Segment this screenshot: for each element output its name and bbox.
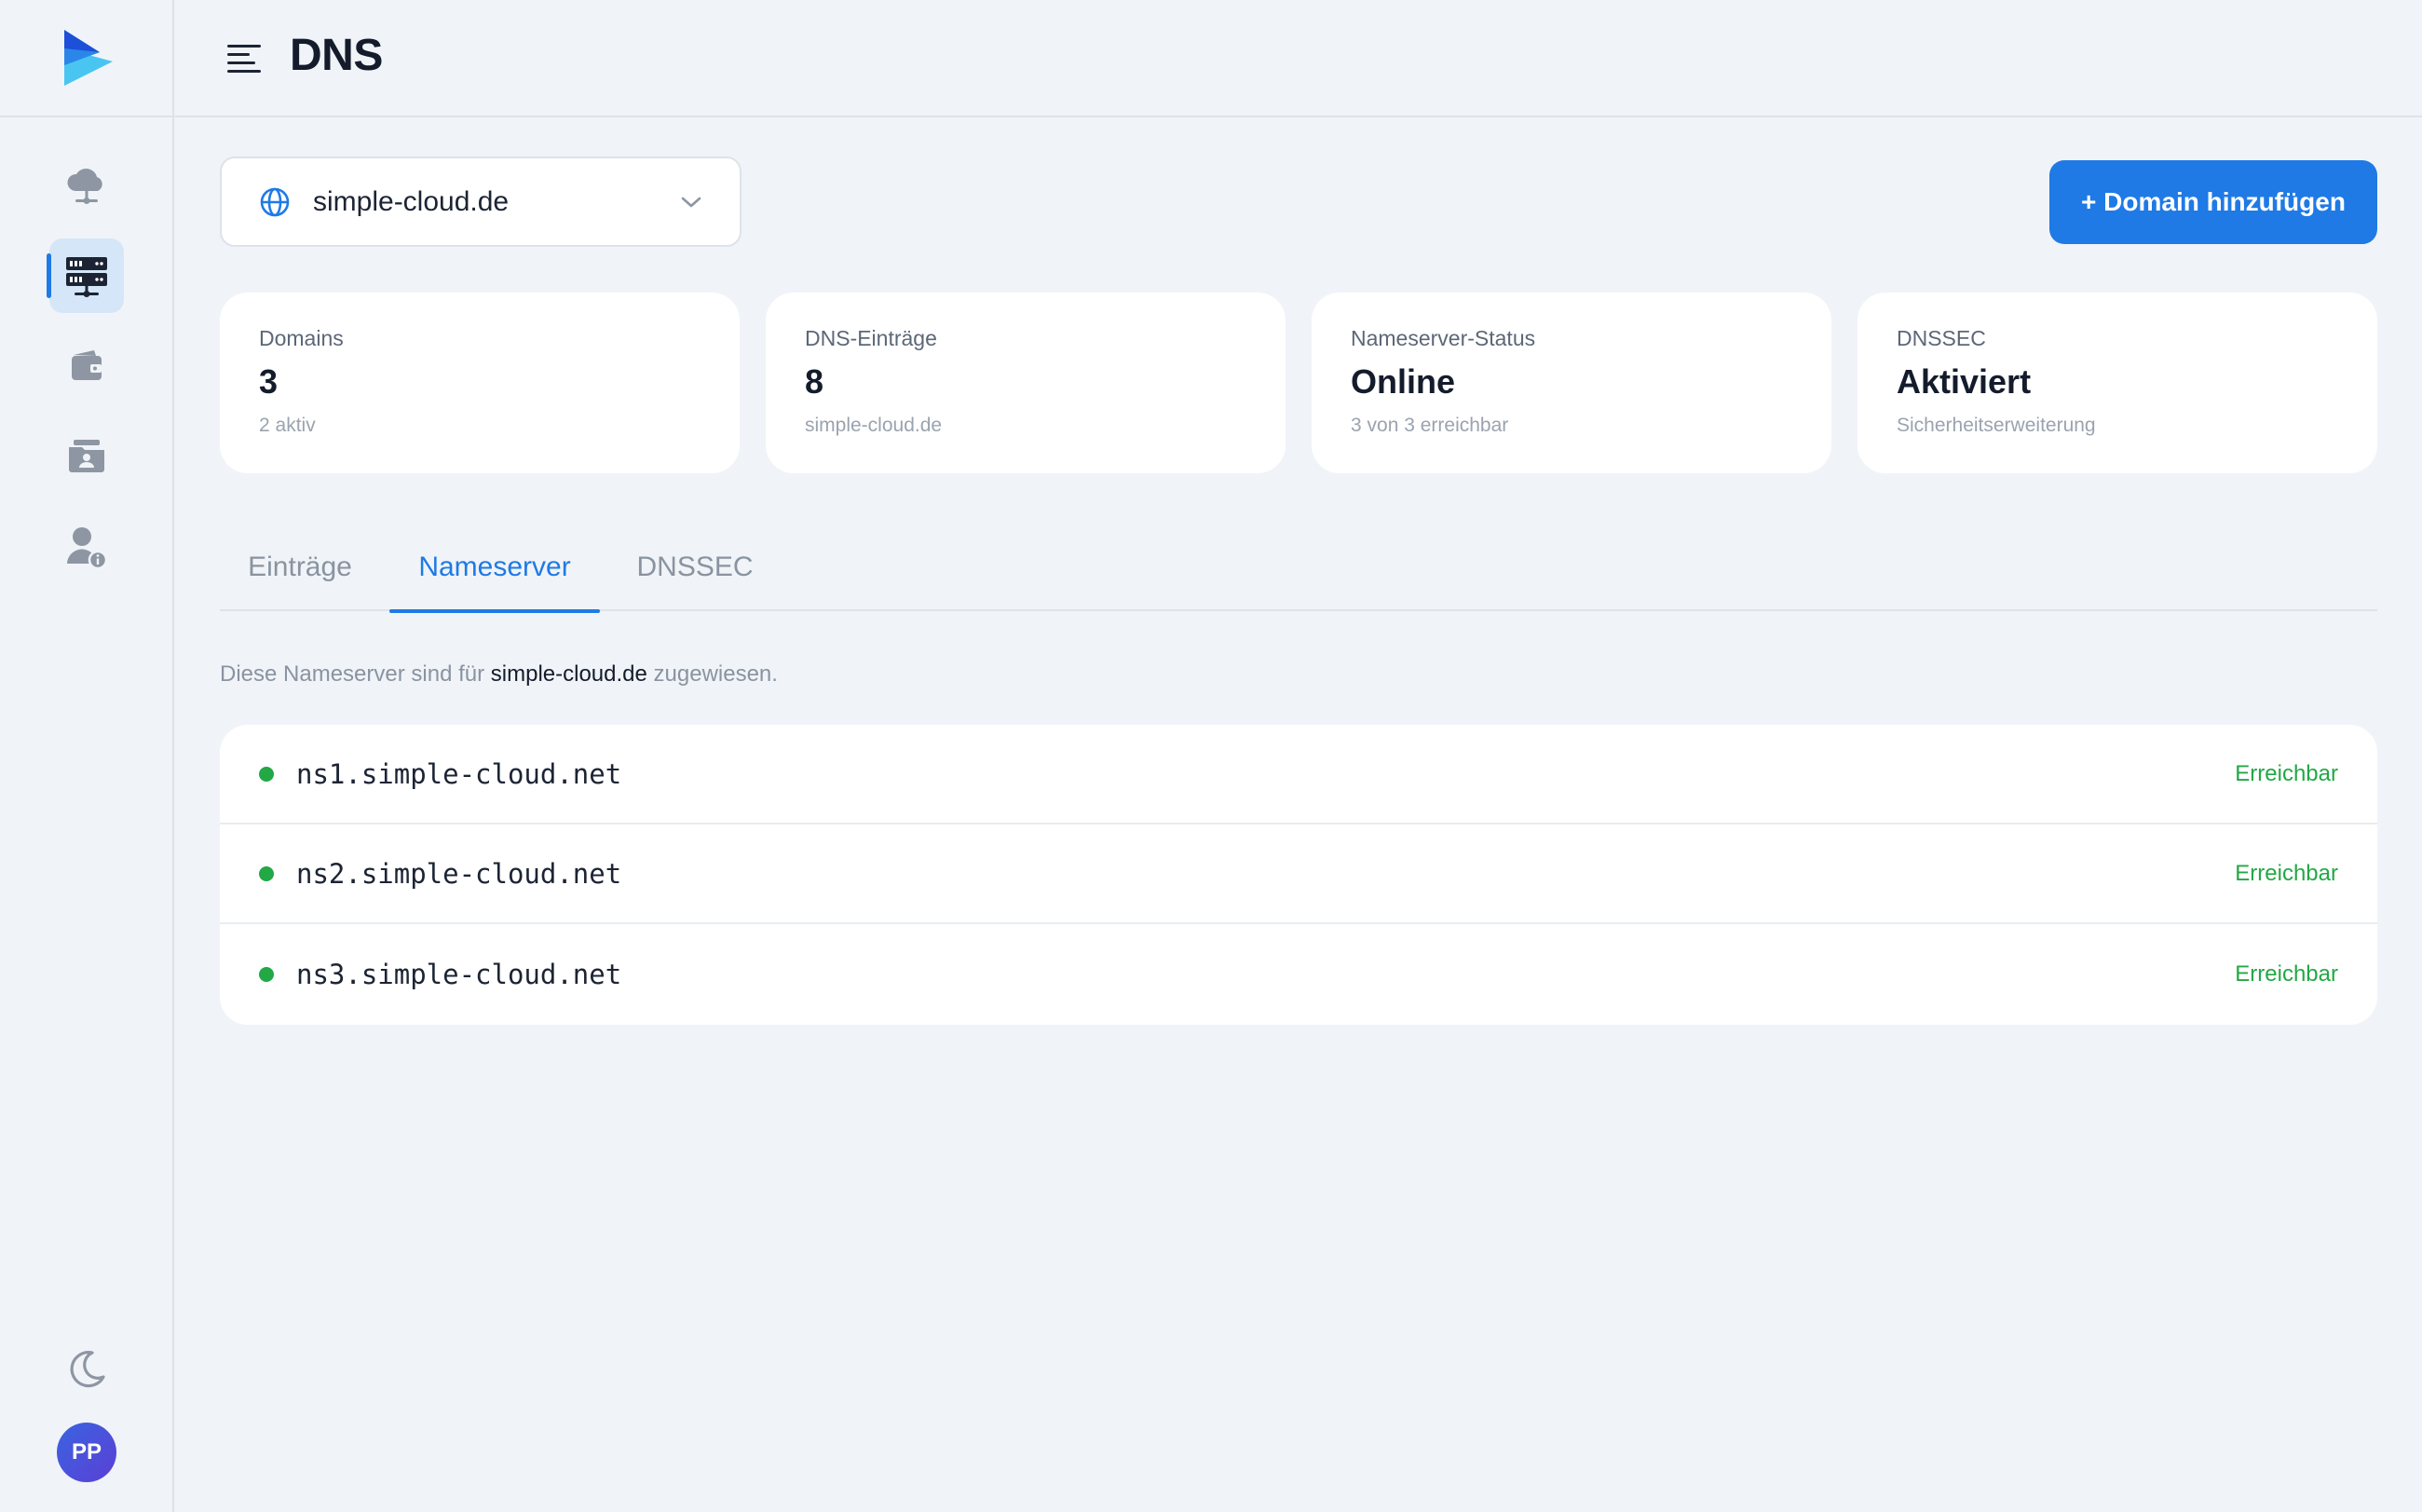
wallet-icon	[72, 350, 102, 380]
stat-subtext: simple-cloud.de	[805, 415, 943, 436]
page-title: DNS	[290, 31, 383, 80]
theme-toggle-button[interactable]	[59, 1342, 115, 1397]
stat-value: Aktiviert	[1897, 362, 2032, 401]
status-dot	[259, 966, 274, 982]
nameserver-row: ns3.simple-cloud.net Erreichbar	[220, 924, 2377, 1024]
stat-card-dns-entries: DNS-Einträge 8 simple-cloud.de	[766, 293, 1286, 473]
description-domain: simple-cloud.de	[490, 661, 647, 687]
description-prefix: Diese Nameserver sind für	[220, 661, 491, 687]
stat-value: 8	[805, 362, 824, 401]
nameserver-row: ns1.simple-cloud.net Erreichbar	[220, 725, 2377, 824]
nameserver-status: Erreichbar	[2235, 860, 2338, 886]
tab-dnssec[interactable]: DNSSEC	[611, 537, 779, 611]
stat-card-dnssec: DNSSEC Aktiviert Sicherheitserweiterung	[1857, 293, 2377, 473]
logo-icon	[63, 30, 113, 86]
nameserver-description: Diese Nameserver sind für simple-cloud.d…	[220, 661, 778, 688]
domain-select-value: simple-cloud.de	[313, 185, 510, 217]
domain-select[interactable]: simple-cloud.de	[220, 157, 742, 247]
stat-subtext: 3 von 3 erreichbar	[1351, 415, 1509, 436]
tab-nameserver[interactable]: Nameserver	[389, 537, 600, 613]
sidebar-item-cloud[interactable]	[49, 148, 124, 223]
status-dot	[259, 865, 274, 881]
stat-card-nameserver-status: Nameserver-Status Online 3 von 3 erreich…	[1312, 293, 1831, 473]
moon-icon	[70, 1350, 105, 1388]
nameserver-status: Erreichbar	[2235, 960, 2338, 987]
add-domain-button[interactable]: + Domain hinzufügen	[2049, 160, 2377, 244]
nameserver-list: ns1.simple-cloud.net Erreichbar ns2.simp…	[220, 725, 2377, 1025]
status-dot	[259, 766, 274, 782]
menu-toggle-button[interactable]	[223, 37, 265, 80]
nameserver-name: ns1.simple-cloud.net	[296, 757, 622, 790]
stat-label: DNSSEC	[1897, 326, 1986, 350]
user-info-icon	[67, 527, 108, 569]
stat-card-domains: Domains 3 2 aktiv	[220, 293, 740, 473]
stat-value: Online	[1351, 362, 1456, 401]
globe-icon	[260, 187, 290, 216]
stat-label: Domains	[259, 326, 344, 350]
nameserver-row: ns2.simple-cloud.net Erreichbar	[220, 824, 2377, 924]
sidebar: PP	[0, 0, 174, 1512]
chevron-down-icon	[681, 197, 701, 207]
description-suffix: zugewiesen.	[646, 661, 778, 687]
folder-user-icon	[69, 440, 104, 472]
sidebar-item-contacts[interactable]	[49, 418, 124, 493]
stat-label: DNS-Einträge	[805, 326, 937, 350]
user-avatar[interactable]: PP	[57, 1423, 116, 1482]
sidebar-item-billing[interactable]	[49, 329, 124, 403]
tab-entries[interactable]: Einträge	[220, 537, 380, 611]
nameserver-name: ns3.simple-cloud.net	[296, 958, 622, 990]
tab-bar: Einträge Nameserver DNSSEC	[220, 537, 2377, 613]
app-root: PP DNS simple-cloud.de + Domain hinzufüg…	[0, 0, 2422, 1512]
stat-subtext: 2 aktiv	[259, 415, 316, 436]
app-logo[interactable]	[0, 0, 172, 117]
sidebar-item-dns[interactable]	[47, 238, 124, 313]
menu-icon	[227, 45, 261, 73]
dns-server-icon	[66, 257, 107, 297]
sidebar-item-account[interactable]	[49, 509, 124, 583]
cloud-server-icon	[67, 169, 102, 204]
stat-label: Nameserver-Status	[1351, 326, 1536, 350]
stat-subtext: Sicherheitserweiterung	[1897, 415, 2096, 436]
nameserver-status: Erreichbar	[2235, 760, 2338, 786]
page-header: DNS	[174, 0, 2422, 117]
nameserver-name: ns2.simple-cloud.net	[296, 857, 622, 890]
stat-value: 3	[259, 362, 279, 401]
